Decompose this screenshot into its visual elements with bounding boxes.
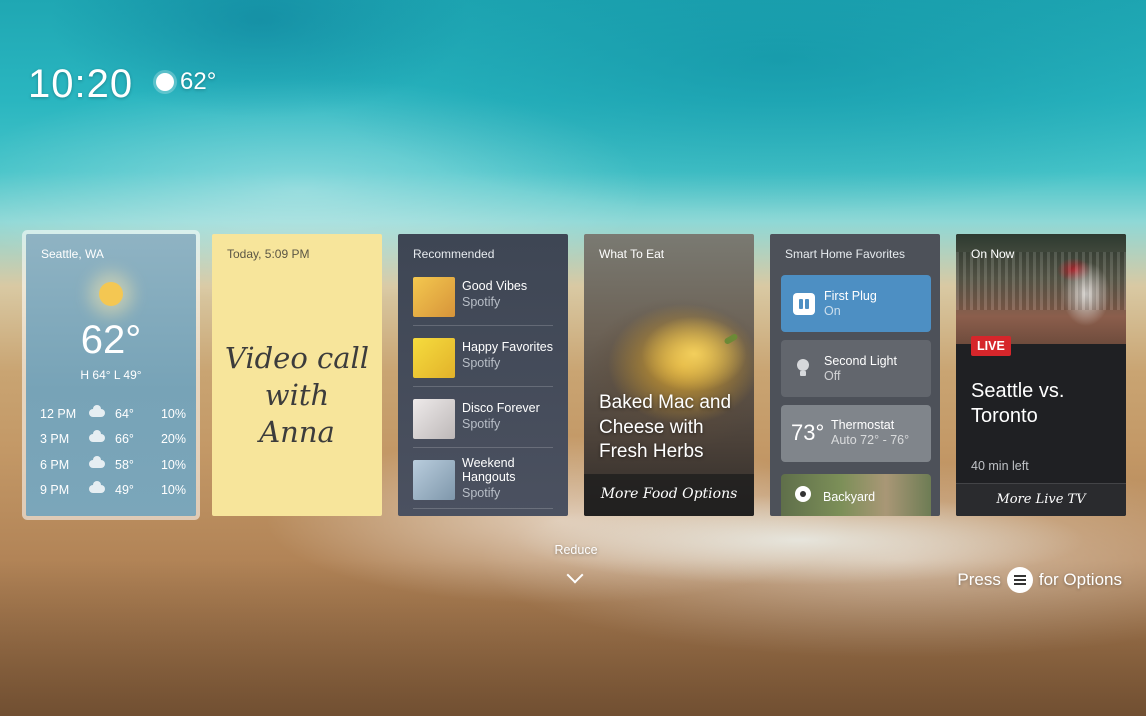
- reduce-button[interactable]: Reduce: [536, 543, 616, 557]
- playlist-cover: [413, 338, 455, 378]
- weather-hilo: H 64° L 49°: [80, 368, 142, 382]
- recipe-title: Baked Mac and Cheese with Fresh Herbs: [599, 392, 732, 462]
- device-name: Second Light: [824, 354, 897, 368]
- forecast-temp: 66°: [115, 432, 134, 446]
- current-weather: 62°: [156, 68, 216, 96]
- press-label: Press: [957, 570, 1001, 589]
- forecast-row: 9 PM 49° 10%: [40, 481, 186, 497]
- device-name: Thermostat: [831, 418, 895, 432]
- weather-temp: 62°: [80, 318, 142, 362]
- plug-icon: [793, 293, 815, 315]
- note-card[interactable]: Today, 5:09 PM Video call with Anna: [212, 234, 382, 516]
- menu-icon: [1006, 567, 1033, 593]
- playlist-service: Spotify: [462, 417, 501, 431]
- forecast-temp: 64°: [115, 407, 134, 421]
- device-state: On: [824, 304, 841, 318]
- thermostat-mode: Auto 72° - 76°: [831, 433, 910, 447]
- cloud-icon: [85, 481, 115, 495]
- playlist-cover: [413, 277, 455, 317]
- on-now-card[interactable]: On Now LIVE Seattle vs. Toronto 40 min l…: [956, 234, 1126, 516]
- options-hint: Press for Options: [957, 567, 1122, 593]
- forecast-row: 12 PM 64° 10%: [40, 405, 186, 421]
- weather-location: Seattle, WA: [41, 247, 104, 261]
- more-food-options-button[interactable]: More Food Options: [584, 474, 754, 516]
- playlist-service: Spotify: [462, 295, 501, 309]
- lightbulb-icon: [797, 359, 809, 376]
- playlist-service: Spotify: [462, 486, 501, 500]
- forecast-precip: 10%: [160, 407, 186, 421]
- clock: 10:20: [28, 62, 134, 106]
- thermostat-tile[interactable]: 73° Thermostat Auto 72° - 76°: [781, 405, 931, 462]
- herb-decoration: [723, 332, 739, 346]
- food-title: What To Eat: [599, 247, 665, 261]
- food-card[interactable]: What To Eat Baked Mac and Cheese with Fr…: [584, 234, 754, 516]
- time-remaining: 40 min left: [971, 459, 1029, 473]
- note-line: Video call: [224, 341, 370, 375]
- playlist-name: Disco Forever: [462, 401, 540, 415]
- note-text: Video call with Anna: [212, 340, 382, 451]
- cloud-icon: [85, 405, 115, 419]
- forecast-precip: 10%: [160, 458, 186, 472]
- forecast-temp: 58°: [115, 458, 134, 472]
- more-live-tv-button[interactable]: More Live TV: [956, 483, 1126, 516]
- sun-icon: [156, 73, 174, 91]
- device-label: Second Light Off: [824, 354, 897, 384]
- forecast-time: 12 PM: [40, 407, 77, 421]
- playlist-name: Happy Favorites: [462, 340, 554, 354]
- current-temp: 62°: [180, 68, 217, 95]
- playlist-cover: [413, 460, 455, 500]
- camera-name: Backyard: [823, 490, 876, 504]
- forecast-precip: 10%: [160, 483, 186, 497]
- thermostat-temp: 73°: [791, 420, 825, 445]
- device-label: Thermostat Auto 72° - 76°: [831, 418, 909, 448]
- on-now-title: On Now: [971, 247, 1015, 261]
- program-title: Seattle vs. Toronto: [971, 380, 1065, 427]
- recommended-card[interactable]: Recommended Good Vibes Spotify Happy Fav…: [398, 234, 568, 516]
- note-line: Anna: [259, 415, 335, 449]
- playlist-name: Weekend Hangouts: [462, 456, 516, 484]
- live-badge: LIVE: [971, 336, 1011, 356]
- forecast-temp: 49°: [115, 483, 134, 497]
- playlist-cover: [413, 399, 455, 439]
- second-light-tile[interactable]: Second Light Off: [781, 340, 931, 397]
- playlist-item[interactable]: Weekend Hangouts Spotify: [413, 452, 553, 509]
- note-timestamp: Today, 5:09 PM: [227, 247, 310, 261]
- playlist-item[interactable]: Happy Favorites Spotify: [413, 330, 553, 387]
- smarthome-title: Smart Home Favorites: [785, 247, 906, 261]
- weather-card[interactable]: Seattle, WA 62° H 64° L 49° 12 PM 64° 10…: [26, 234, 196, 516]
- playlist-name: Good Vibes: [462, 279, 528, 293]
- device-name: First Plug: [824, 289, 877, 303]
- device-label: First Plug On: [824, 289, 877, 319]
- sunny-icon: [99, 282, 123, 306]
- playlist-item[interactable]: Disco Forever Spotify: [413, 391, 553, 448]
- smarthome-card[interactable]: Smart Home Favorites First Plug On Secon…: [770, 234, 940, 516]
- cloud-icon: [85, 456, 115, 470]
- forecast-row: 6 PM 58° 10%: [40, 456, 186, 472]
- note-line: with: [264, 378, 330, 412]
- playlist-service: Spotify: [462, 356, 501, 370]
- forecast-precip: 20%: [160, 432, 186, 446]
- options-label: for Options: [1038, 570, 1122, 589]
- device-state: Off: [824, 369, 841, 383]
- recommended-title: Recommended: [413, 247, 495, 261]
- forecast-time: 3 PM: [40, 432, 70, 446]
- backyard-camera-tile[interactable]: Backyard: [781, 474, 931, 516]
- forecast-time: 6 PM: [40, 458, 70, 472]
- forecast-time: 9 PM: [40, 483, 70, 497]
- camera-icon: [795, 486, 811, 502]
- forecast-row: 3 PM 66° 20%: [40, 430, 186, 446]
- cloud-icon: [85, 430, 115, 444]
- playlist-item[interactable]: Good Vibes Spotify: [413, 269, 553, 326]
- first-plug-tile[interactable]: First Plug On: [781, 275, 931, 332]
